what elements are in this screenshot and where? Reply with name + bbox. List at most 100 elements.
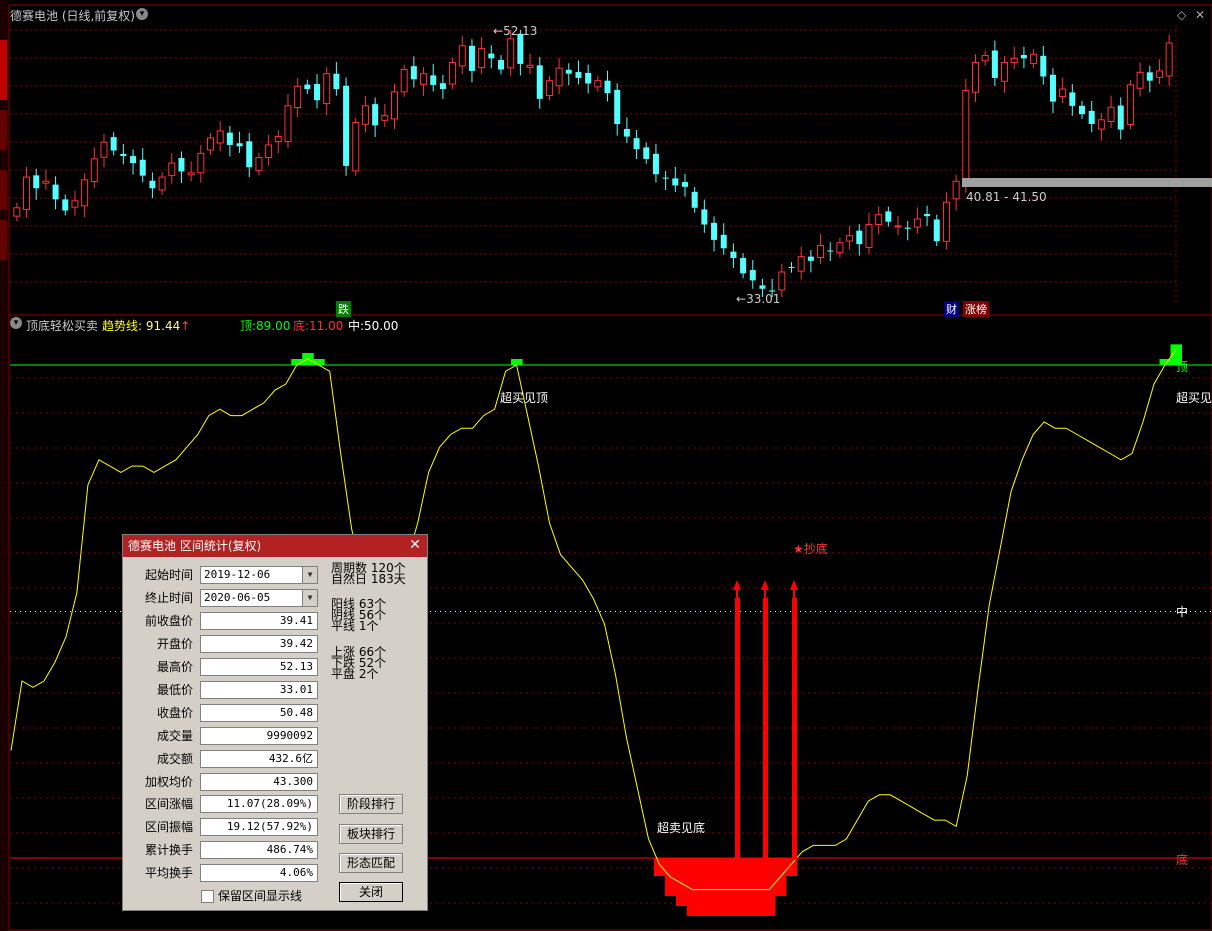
dialog-row: 起始时间 <box>123 565 193 585</box>
candle-up <box>284 105 292 143</box>
main-panel-frame <box>8 4 1212 316</box>
candle-down <box>1069 92 1076 106</box>
candle-down <box>623 129 630 137</box>
oversold-label: 超卖见底 <box>657 821 706 835</box>
candle-up <box>197 152 205 174</box>
candle-up <box>265 144 273 158</box>
field-value: 43.300 <box>273 775 313 788</box>
low-price-marker: ←33.01 <box>736 292 780 306</box>
candle-down <box>439 83 446 90</box>
badge-die[interactable]: 跌 <box>336 301 351 317</box>
bottom-value: 11.00 <box>309 319 344 333</box>
overbought-fill-bar <box>511 359 523 365</box>
candle-up <box>545 80 553 96</box>
field-label: 加权均价 <box>144 775 193 789</box>
right-bottom-label: 底 <box>1176 853 1189 867</box>
field-label: 成交额 <box>156 752 193 766</box>
stat-natural-days: 自然日 183天 <box>331 572 406 586</box>
main-panel-title: 德赛电池 (日线,前复权) <box>10 9 135 23</box>
dialog-titlebar[interactable]: 德赛电池 区间统计(复权) ✕ <box>123 535 427 557</box>
candle-down <box>430 75 437 85</box>
value-field: 11.07(28.09%) <box>200 795 318 813</box>
candle-down <box>33 175 40 189</box>
candle-up <box>981 55 989 62</box>
pattern-match-button[interactable]: 形态匹配 <box>339 853 403 873</box>
candle-down <box>1040 55 1047 77</box>
candle-down <box>991 50 998 78</box>
right-top-label: 顶 <box>1176 360 1189 374</box>
high-price-marker: ←52.13 <box>493 24 537 38</box>
date-combo[interactable]: 2019-12-06 ▼ <box>200 566 318 584</box>
close-icon[interactable]: ✕ <box>407 537 423 553</box>
dropdown-arrow-icon[interactable]: ▼ <box>302 567 317 583</box>
dialog-row: 区间涨幅 <box>123 794 193 814</box>
dropdown-arrow-icon[interactable]: ▼ <box>302 590 317 606</box>
buy-signal-label: ★抄底 <box>793 542 828 556</box>
candle-up <box>255 156 263 172</box>
candle-down <box>120 153 127 157</box>
candle-down <box>343 85 350 166</box>
sector-rank-button[interactable]: 板块排行 <box>339 824 403 844</box>
candle-down <box>149 180 156 189</box>
value-field: 43.300 <box>200 773 318 791</box>
dialog-row: 终止时间 <box>123 588 193 608</box>
candle-up <box>207 137 215 151</box>
candle-up <box>555 67 563 87</box>
value-field: 486.74% <box>200 841 318 859</box>
candle-down <box>314 84 321 101</box>
dialog-row: 加权均价 <box>123 772 193 792</box>
candle-up <box>778 271 786 291</box>
candle-up <box>13 207 21 217</box>
candle-down <box>488 53 495 59</box>
field-label: 最低价 <box>156 683 193 697</box>
candle-down <box>1088 110 1095 124</box>
candle-up <box>507 38 515 69</box>
oversold-fill-bar <box>708 858 721 916</box>
candle-up <box>846 235 854 242</box>
field-value: 432.6亿 <box>268 752 313 765</box>
dialog-row: 成交额 <box>123 749 193 769</box>
candle-down <box>304 84 311 90</box>
chevron-down-icon[interactable]: ▾ <box>136 8 148 20</box>
candle-up <box>361 105 369 125</box>
candle-up <box>1107 106 1115 122</box>
candle-down <box>52 184 59 200</box>
dialog-row: 收盘价 <box>123 703 193 723</box>
candle-down <box>178 158 185 172</box>
candle-down <box>807 256 814 261</box>
value-field: 432.6亿 <box>200 750 318 768</box>
field-label: 区间涨幅 <box>144 797 193 811</box>
candle-up <box>400 69 408 93</box>
candle-up <box>1097 119 1105 130</box>
stage-rank-button[interactable]: 阶段排行 <box>339 794 403 814</box>
candle-up <box>323 73 331 105</box>
dialog-row: 成交量 <box>123 726 193 746</box>
badge-zhangbang[interactable]: 涨榜 <box>963 301 989 317</box>
candle-down <box>759 285 766 289</box>
chevron-down-icon[interactable]: ▾ <box>10 317 22 329</box>
indicator-name: 顶底轻松买卖 <box>26 319 99 333</box>
candle-up <box>836 242 844 254</box>
candle-up <box>352 122 360 172</box>
oversold-fill-bar <box>675 858 688 906</box>
candle-up <box>1136 71 1144 89</box>
candle-up <box>894 225 902 228</box>
arrow-up-icon: ↑ <box>180 319 191 333</box>
date-combo[interactable]: 2020-06-05 ▼ <box>200 589 318 607</box>
keep-interval-checkbox[interactable] <box>201 890 214 903</box>
close-button[interactable]: 关闭 <box>339 882 403 902</box>
candle-up <box>971 62 979 93</box>
candle-up <box>187 172 195 176</box>
mid-label: 中: <box>348 319 365 333</box>
oversold-fill-bar <box>653 858 666 876</box>
close-panel-icon[interactable]: ✕ <box>1195 8 1205 22</box>
buy-signal-bar <box>763 598 768 860</box>
candle-down <box>904 227 911 229</box>
field-value: 4.06% <box>279 866 313 879</box>
candle-down <box>720 234 727 249</box>
candle-up <box>1030 53 1038 64</box>
oversold-fill-bar <box>719 858 732 916</box>
badge-cai[interactable]: 财 <box>944 301 959 317</box>
candle-down <box>662 177 669 179</box>
diamond-icon[interactable]: ◇ <box>1177 8 1186 22</box>
